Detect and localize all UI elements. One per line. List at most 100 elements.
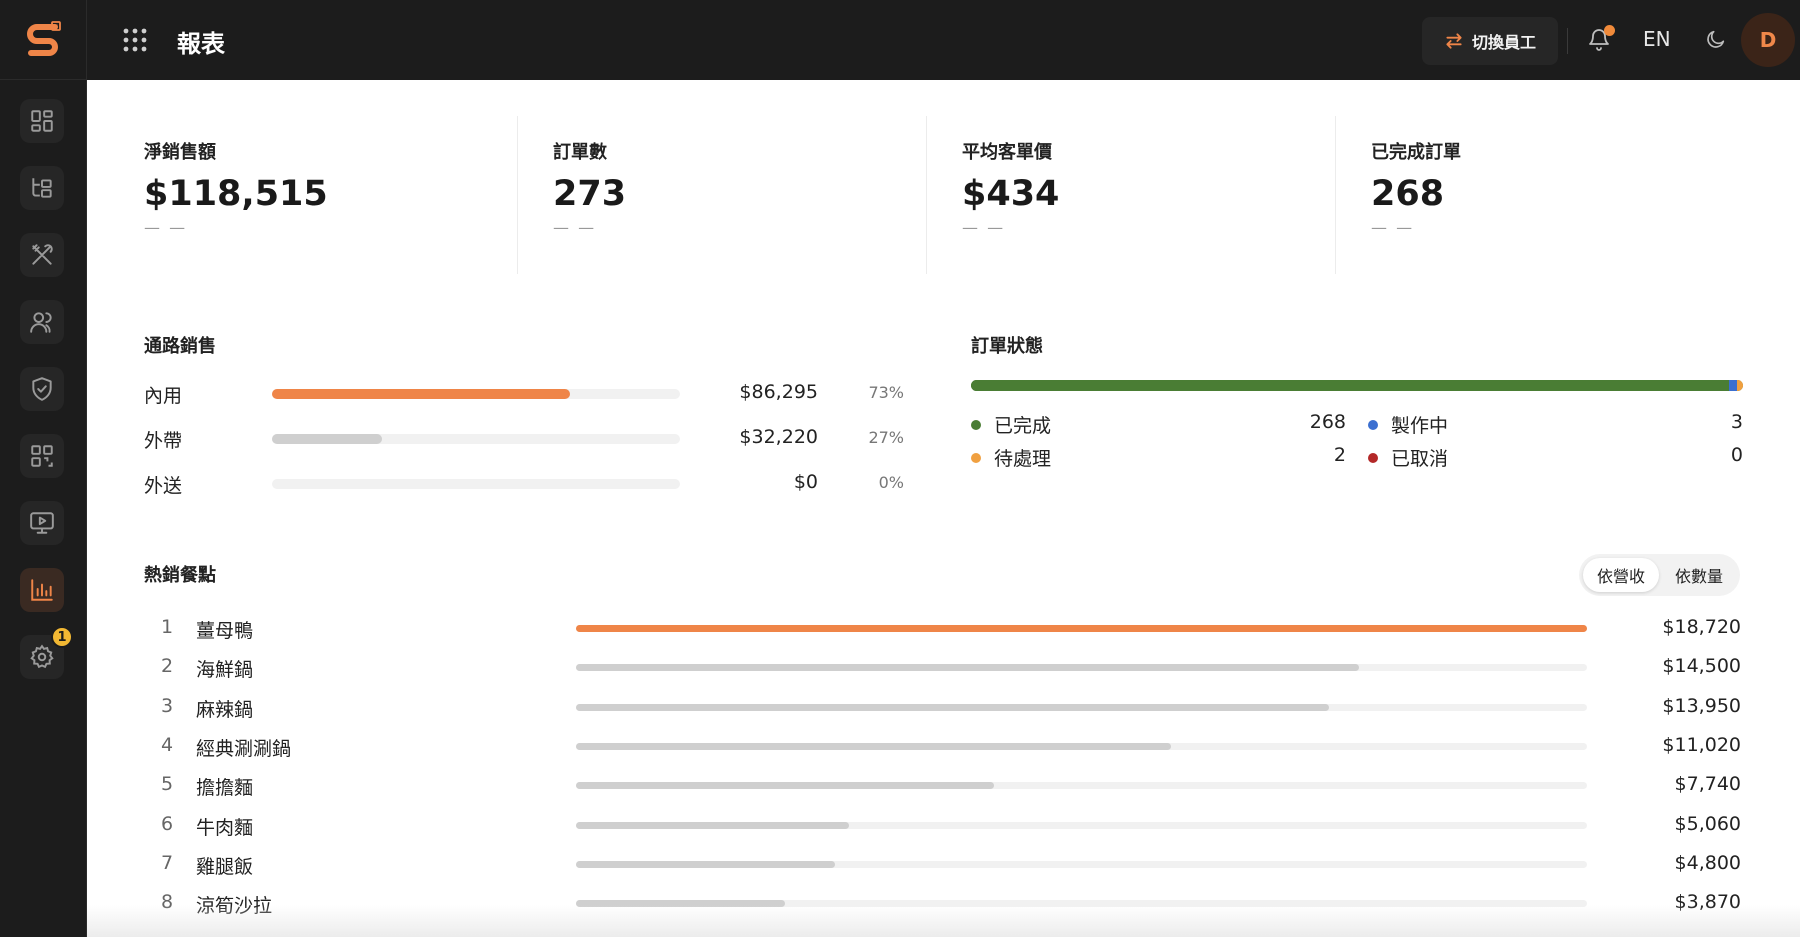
dashboard-icon bbox=[31, 110, 53, 132]
top-bar: 報表 切換員工 EN D bbox=[87, 0, 1800, 80]
item-name: 雞腿飯 bbox=[196, 855, 254, 878]
sidebar-item-users[interactable] bbox=[20, 300, 64, 344]
status-item-completed: 已完成 268 bbox=[971, 410, 1346, 438]
topbar-divider bbox=[1567, 28, 1568, 54]
item-bar-fill bbox=[576, 860, 836, 868]
sidebar-item-display[interactable] bbox=[20, 501, 64, 545]
kpi-value: $434 bbox=[962, 174, 1060, 214]
kpi-value: $118,515 bbox=[144, 174, 328, 214]
order-status-title: 訂單狀態 bbox=[971, 336, 1043, 357]
item-bar-fill bbox=[576, 742, 1172, 750]
sidebar-item-reports[interactable] bbox=[20, 568, 64, 612]
item-rank: 3 bbox=[160, 694, 174, 717]
kpi-label: 訂單數 bbox=[553, 142, 607, 163]
moon-icon[interactable] bbox=[1705, 28, 1727, 50]
sidebar-item-dashboard[interactable] bbox=[20, 99, 64, 143]
channel-row: 內用 $86,295 73% bbox=[144, 378, 914, 408]
sidebar-item-settings[interactable]: 1 bbox=[20, 626, 73, 679]
monitor-play-icon bbox=[30, 512, 54, 534]
channel-name: 內用 bbox=[144, 385, 183, 407]
gear-icon bbox=[30, 644, 54, 669]
status-dot bbox=[971, 453, 981, 463]
item-bar-track bbox=[576, 742, 1587, 750]
item-rank: 2 bbox=[160, 655, 174, 678]
sidebar-item-qr[interactable] bbox=[20, 434, 64, 478]
kpi-value: 268 bbox=[1371, 174, 1445, 214]
status-segment bbox=[1728, 380, 1738, 391]
item-bar-track bbox=[576, 703, 1587, 711]
kpi-change: — — bbox=[553, 218, 597, 237]
channel-bar-track bbox=[272, 389, 680, 399]
kpi-change: — — bbox=[1371, 218, 1415, 237]
channel-name: 外帶 bbox=[144, 430, 183, 452]
kpi-value: 273 bbox=[553, 174, 627, 214]
logo-icon bbox=[26, 20, 61, 56]
sidebar-item-security[interactable] bbox=[20, 367, 64, 411]
category-tree-icon bbox=[32, 178, 52, 198]
sort-by-quantity-button[interactable]: 依數量 bbox=[1661, 558, 1737, 592]
item-bar-track bbox=[576, 664, 1587, 672]
kpi-row: 淨銷售額 $118,515 — — 訂單數 273 — — 平均客單價 $434… bbox=[144, 116, 1744, 274]
apps-grid-icon[interactable] bbox=[122, 27, 148, 53]
status-dot bbox=[971, 420, 981, 430]
status-item-pending: 待處理 2 bbox=[971, 443, 1346, 471]
item-bar-fill bbox=[576, 821, 850, 829]
bar-chart-icon bbox=[31, 579, 53, 601]
status-value: 268 bbox=[1309, 411, 1346, 433]
sidebar-item-categories[interactable] bbox=[20, 166, 64, 210]
channel-bar-track bbox=[272, 434, 680, 444]
item-bar-track bbox=[576, 860, 1587, 868]
notification-dot bbox=[1604, 25, 1615, 36]
item-rank: 6 bbox=[160, 812, 174, 835]
item-rank: 7 bbox=[160, 851, 174, 874]
item-bar-fill bbox=[576, 625, 1587, 632]
scroll-fade bbox=[87, 905, 1800, 937]
list-item: 3 麻辣鍋 $13,950 bbox=[144, 693, 1741, 723]
item-amount: $7,740 bbox=[1674, 773, 1741, 796]
channel-percent: 73% bbox=[868, 383, 904, 402]
item-rank: 5 bbox=[160, 773, 174, 796]
item-bar-track bbox=[576, 821, 1587, 829]
brand-logo[interactable] bbox=[0, 0, 87, 80]
item-amount: $11,020 bbox=[1662, 733, 1741, 756]
sidebar-item-menu[interactable] bbox=[20, 233, 64, 277]
language-toggle[interactable]: EN bbox=[1643, 27, 1671, 51]
item-amount: $14,500 bbox=[1662, 655, 1741, 678]
status-dot bbox=[1368, 453, 1378, 463]
channel-name: 外送 bbox=[144, 475, 183, 497]
sort-toggle: 依營收 依數量 bbox=[1579, 554, 1740, 596]
channel-amount: $32,220 bbox=[739, 426, 818, 448]
settings-badge: 1 bbox=[51, 626, 73, 648]
order-status-bar bbox=[971, 380, 1743, 391]
item-bar-track bbox=[576, 625, 1587, 632]
kpi-average-order: 平均客單價 $434 — — bbox=[926, 116, 1335, 274]
channel-sales-title: 通路銷售 bbox=[144, 336, 216, 357]
status-item-cancelled: 已取消 0 bbox=[1368, 443, 1743, 471]
users-icon bbox=[30, 312, 52, 333]
status-value: 2 bbox=[1333, 444, 1346, 466]
switch-staff-button[interactable]: 切換員工 bbox=[1422, 17, 1558, 65]
item-amount: $5,060 bbox=[1674, 812, 1741, 835]
top-items-title: 熱銷餐點 bbox=[144, 565, 216, 586]
switch-staff-label: 切換員工 bbox=[1471, 33, 1536, 52]
kpi-change: — — bbox=[962, 218, 1006, 237]
sort-by-revenue-button[interactable]: 依營收 bbox=[1583, 558, 1659, 592]
item-name: 擔擔麵 bbox=[196, 777, 254, 800]
channel-bar-fill bbox=[272, 434, 383, 444]
list-item: 5 擔擔麵 $7,740 bbox=[144, 771, 1741, 801]
item-name: 海鮮鍋 bbox=[196, 659, 254, 682]
avatar[interactable]: D bbox=[1741, 13, 1795, 67]
kpi-order-count: 訂單數 273 — — bbox=[517, 116, 926, 274]
kpi-label: 淨銷售額 bbox=[144, 142, 216, 163]
item-bar-fill bbox=[576, 664, 1360, 672]
list-item: 7 雞腿飯 $4,800 bbox=[144, 850, 1741, 880]
status-value: 0 bbox=[1730, 444, 1743, 466]
item-name: 牛肉麵 bbox=[196, 816, 254, 839]
item-name: 麻辣鍋 bbox=[196, 698, 254, 721]
item-rank: 1 bbox=[160, 616, 174, 638]
status-name: 製作中 bbox=[1391, 415, 1449, 437]
channel-bar-fill bbox=[272, 389, 570, 399]
channel-percent: 27% bbox=[868, 428, 904, 447]
channel-row: 外帶 $32,220 27% bbox=[144, 423, 914, 453]
channel-amount: $86,295 bbox=[739, 381, 818, 403]
